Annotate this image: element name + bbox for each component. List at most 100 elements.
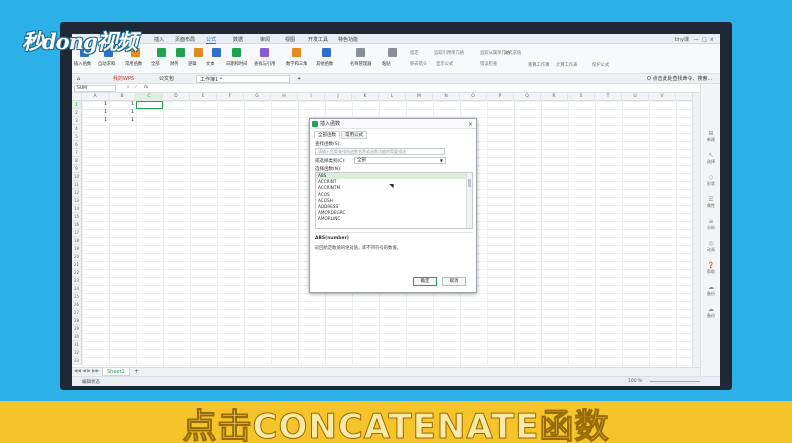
doc-tab-briefcase[interactable]: 公文包	[156, 75, 177, 83]
column-header-e[interactable]: E	[190, 93, 217, 101]
row-header-10[interactable]: 10	[72, 173, 82, 181]
command-search[interactable]: Q 点击此处查找命令、搜索...	[644, 75, 715, 83]
cancel-formula-icon[interactable]: ×	[126, 85, 130, 90]
row-header-33[interactable]: 33	[72, 357, 82, 365]
function-search-input[interactable]: 请输入您要查找的函数名称或函数功能的简要描述	[315, 148, 445, 155]
ribbon-button-1[interactable]: 自动求和	[98, 61, 115, 67]
column-header-o[interactable]: O	[460, 93, 487, 101]
ribbon-right-button-1[interactable]: 追踪引用单元格	[434, 50, 464, 56]
side-panel-item-4[interactable]: ≡ 分析	[703, 218, 719, 231]
column-header-h[interactable]: H	[271, 93, 298, 101]
column-header-b[interactable]: B	[109, 93, 136, 101]
row-header-25[interactable]: 25	[72, 293, 82, 301]
row-header-26[interactable]: 26	[72, 301, 82, 309]
row-header-1[interactable]: 1	[72, 101, 82, 109]
column-header-p[interactable]: P	[487, 93, 514, 101]
side-panel-item-1[interactable]: ↖ 选择	[703, 152, 719, 165]
column-header-v[interactable]: V	[649, 93, 676, 101]
row-header-11[interactable]: 11	[72, 181, 82, 189]
row-header-21[interactable]: 21	[72, 261, 82, 269]
menu-tab-4[interactable]: 审阅	[260, 36, 270, 43]
function-list[interactable]: ABS ACCRINT ACCRINTM ACOS ACOSH ADDRESS AMORDE…	[315, 172, 473, 229]
doc-tab-workbook[interactable]: 工作簿1 *	[196, 75, 290, 83]
scroll-thumb[interactable]	[468, 179, 471, 187]
menu-tab-6[interactable]: 开发工具	[308, 36, 328, 43]
confirm-formula-icon[interactable]: ✓	[134, 85, 138, 90]
row-header-20[interactable]: 20	[72, 253, 82, 261]
ribbon-button-7[interactable]: 日期和时间	[226, 61, 247, 67]
column-header-m[interactable]: M	[406, 93, 433, 101]
ok-button[interactable]: 确定	[413, 277, 437, 286]
row-header-3[interactable]: 3	[72, 117, 82, 125]
side-panel-item-2[interactable]: ◇ 形状	[703, 174, 719, 187]
row-header-32[interactable]: 32	[72, 349, 82, 357]
fx-icon[interactable]: fx	[144, 85, 148, 90]
ribbon-button-10[interactable]: 其他函数	[316, 61, 333, 67]
ribbon-right-button-3[interactable]: 移去箭头	[410, 61, 427, 67]
cancel-button[interactable]: 取消	[442, 277, 466, 286]
column-header-j[interactable]: J	[325, 93, 352, 101]
row-header-13[interactable]: 13	[72, 197, 82, 205]
column-header-c[interactable]: C	[136, 93, 163, 101]
row-header-19[interactable]: 19	[72, 245, 82, 253]
row-header-16[interactable]: 16	[72, 221, 82, 229]
sheet-nav-arrows[interactable]: ◀◀ ◀ ▶ ▶▶	[74, 369, 99, 374]
row-header-15[interactable]: 15	[72, 213, 82, 221]
menu-tab-7[interactable]: 特色功能	[338, 36, 358, 43]
home-icon[interactable]: ⌂	[74, 75, 83, 83]
user-area[interactable]: tiny课 — □ ×	[674, 36, 714, 43]
menu-tab-1[interactable]: 页面布局	[175, 36, 195, 43]
side-panel-item-5[interactable]: ◎ 动画	[703, 240, 719, 253]
row-header-24[interactable]: 24	[72, 285, 82, 293]
sheet-tab-sheet1[interactable]: Sheet1	[102, 368, 130, 376]
ribbon-button-2[interactable]: 常用函数	[125, 61, 142, 67]
ribbon-right-button-7[interactable]: 重算工作簿	[528, 62, 549, 68]
column-header-r[interactable]: R	[541, 93, 568, 101]
row-header-23[interactable]: 23	[72, 277, 82, 285]
row-header-9[interactable]: 9	[72, 165, 82, 173]
column-header-t[interactable]: T	[595, 93, 622, 101]
column-header-i[interactable]: I	[298, 93, 325, 101]
column-header-s[interactable]: S	[568, 93, 595, 101]
ribbon-button-8[interactable]: 查找与引用	[254, 61, 275, 67]
side-panel-item-3[interactable]: ☰ 属性	[703, 196, 719, 209]
row-header-18[interactable]: 18	[72, 237, 82, 245]
ribbon-right-button-6[interactable]: 公式求值	[504, 50, 521, 56]
function-list-scrollbar[interactable]	[466, 173, 472, 228]
close-icon[interactable]: ×	[468, 120, 473, 130]
restore-icon[interactable]: □	[700, 37, 707, 43]
row-header-2[interactable]: 2	[72, 109, 82, 117]
ribbon-button-0[interactable]: 插入函数	[74, 61, 91, 67]
side-panel-item-0[interactable]: ⊞ 新建	[703, 130, 719, 143]
row-header-6[interactable]: 6	[72, 141, 82, 149]
row-header-12[interactable]: 12	[72, 189, 82, 197]
user-name[interactable]: tiny课	[674, 37, 688, 43]
column-header-g[interactable]: G	[244, 93, 271, 101]
tab-common-formulas[interactable]: 常用公式	[341, 131, 367, 139]
row-header-27[interactable]: 27	[72, 309, 82, 317]
doc-tab-mywps[interactable]: 我的WPS	[110, 75, 137, 83]
cell-value[interactable]: 1	[82, 117, 109, 125]
minimize-icon[interactable]: —	[691, 37, 699, 43]
ribbon-right-button-5[interactable]: 错误检查	[480, 61, 497, 67]
row-header-14[interactable]: 14	[72, 205, 82, 213]
ribbon-right-button-4[interactable]: 显示公式	[436, 61, 453, 67]
side-panel-item-8[interactable]: ☁ 备份	[703, 306, 719, 319]
column-header-a[interactable]: A	[82, 93, 109, 101]
row-header-29[interactable]: 29	[72, 325, 82, 333]
cell-value[interactable]: 1	[109, 101, 136, 109]
ribbon-button-6[interactable]: 文本	[206, 61, 215, 67]
active-cell-c1[interactable]	[136, 101, 163, 109]
ribbon-right-button-9[interactable]: 保护公式	[592, 62, 609, 68]
category-select[interactable]: 全部 ▼	[354, 157, 446, 164]
column-header-q[interactable]: Q	[514, 93, 541, 101]
tab-all-functions[interactable]: 全部函数	[314, 131, 340, 139]
cell-value[interactable]: 1	[109, 109, 136, 117]
row-header-17[interactable]: 17	[72, 229, 82, 237]
column-header-u[interactable]: U	[622, 93, 649, 101]
menu-tab-0[interactable]: 插入	[154, 36, 164, 43]
row-header-7[interactable]: 7	[72, 149, 82, 157]
cell-value[interactable]: 1	[109, 117, 136, 125]
column-header-k[interactable]: K	[352, 93, 379, 101]
ribbon-button-12[interactable]: 粘贴	[382, 61, 391, 67]
